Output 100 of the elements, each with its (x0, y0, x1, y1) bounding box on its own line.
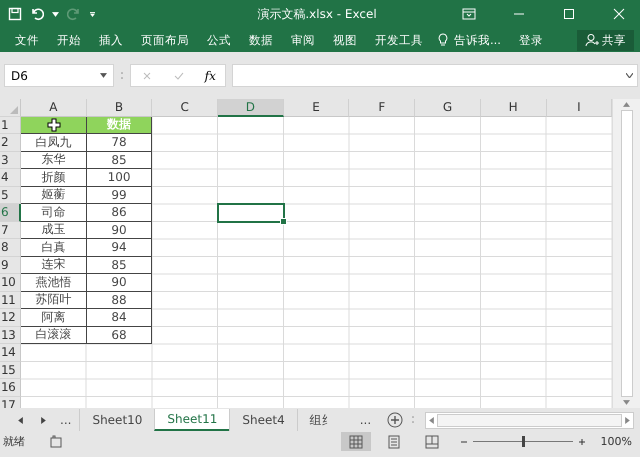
insert-function-button[interactable]: fx (204, 68, 216, 82)
table-cell: 白真 (21, 239, 87, 256)
row-header[interactable]: 15 (0, 362, 21, 379)
row-header[interactable]: 4 (0, 169, 21, 186)
table-cell: 90 (86, 274, 152, 292)
row-header[interactable]: 7 (0, 222, 21, 239)
zoom-in-icon[interactable] (578, 438, 585, 444)
column-header[interactable]: I (546, 99, 612, 116)
row-header[interactable]: 8 (0, 239, 21, 256)
ribbon-tab[interactable]: 开发工具 (366, 32, 432, 48)
scroll-left-icon[interactable] (18, 416, 23, 424)
row-header[interactable]: 10 (0, 274, 21, 292)
share-button[interactable]: 共享 (577, 30, 634, 50)
column-header[interactable]: H (480, 99, 546, 116)
horizontal-scrollbar[interactable] (425, 412, 634, 428)
person-add-icon (585, 33, 599, 47)
maximize-icon[interactable] (562, 7, 576, 21)
table-cell: 东华 (21, 152, 87, 169)
column-header[interactable]: E (284, 99, 350, 116)
table-cell: 阿离 (21, 309, 87, 326)
column-header[interactable]: C (152, 99, 218, 116)
ribbon-tab[interactable]: 插入 (90, 32, 132, 48)
ribbon-tab[interactable]: 文件 (6, 32, 48, 48)
table-cell: 85 (86, 152, 152, 169)
column-header[interactable]: A (21, 99, 87, 116)
column-header[interactable]: G (415, 99, 481, 116)
ribbon-display-icon[interactable] (462, 7, 476, 21)
scroll-thumb[interactable] (620, 110, 632, 397)
scroll-right-icon[interactable] (625, 416, 630, 424)
table-cell: 司命 (21, 204, 87, 222)
tell-me-field[interactable]: 告诉我... (450, 32, 510, 48)
ribbon-tab[interactable]: 审阅 (282, 32, 324, 48)
add-sheet-icon[interactable] (387, 412, 404, 428)
table-cell: 白凤九 (21, 134, 87, 152)
status-text: 就绪 (3, 434, 25, 449)
zoom-level[interactable]: 100% (590, 435, 640, 448)
row-header[interactable]: 1 (0, 116, 21, 134)
table-cell: 94 (86, 239, 152, 256)
expand-icon[interactable] (626, 73, 633, 78)
grid-icon (348, 434, 363, 448)
row-header[interactable]: 14 (0, 344, 21, 362)
page-icon (386, 434, 401, 448)
ribbon-tab[interactable]: 视图 (324, 32, 366, 48)
lightbulb-icon (436, 33, 450, 47)
sheet-tab[interactable]: Sheet11 (154, 409, 230, 431)
row-header[interactable]: 5 (0, 186, 21, 204)
table-cell: 白滚滚 (21, 326, 87, 344)
row-header[interactable]: 16 (0, 379, 21, 396)
ribbon-tab[interactable]: 开始 (48, 32, 90, 48)
table-cell: 99 (86, 186, 152, 204)
table-cell: 90 (86, 222, 152, 239)
table-cell: 苏陌叶 (21, 292, 87, 309)
vertical-scrollbar[interactable] (612, 99, 640, 408)
table-cell: 88 (86, 292, 152, 309)
row-header[interactable]: 3 (0, 152, 21, 169)
normal-view-button[interactable] (340, 432, 371, 451)
zoom-out-icon[interactable] (460, 438, 467, 444)
macro-record-icon[interactable] (49, 434, 63, 448)
formula-input[interactable] (232, 64, 638, 87)
more-sheets-button[interactable]: ... (52, 413, 80, 427)
scroll-right-icon[interactable] (41, 416, 46, 424)
caret-icon[interactable] (52, 12, 59, 16)
header-cell: 数据 (86, 116, 152, 134)
row-header[interactable]: 12 (0, 309, 21, 326)
selected-cell[interactable] (217, 203, 285, 222)
redo-icon (67, 7, 81, 21)
row-header[interactable]: 2 (0, 134, 21, 152)
sheet-tab[interactable]: 组纟 (296, 409, 346, 431)
table-cell: 燕池悟 (21, 274, 87, 292)
scroll-thumb[interactable] (437, 414, 622, 426)
customize-icon[interactable] (89, 12, 96, 16)
more-sheets-button[interactable]: ... (352, 413, 380, 427)
table-cell: 姬蘅 (21, 186, 87, 204)
ribbon-tab[interactable]: 公式 (198, 32, 240, 48)
login-link[interactable]: 登录 (510, 32, 552, 48)
close-icon[interactable] (612, 7, 626, 21)
scroll-left-icon[interactable] (429, 416, 434, 424)
row-header[interactable]: 6 (0, 204, 21, 222)
sheet-tab[interactable]: Sheet4 (229, 409, 297, 431)
row-header[interactable]: 11 (0, 292, 21, 309)
undo-icon[interactable] (30, 7, 44, 21)
column-header[interactable]: B (86, 99, 152, 116)
save-icon[interactable] (8, 7, 22, 21)
table-cell: 85 (86, 256, 152, 274)
ribbon-tab[interactable]: 页面布局 (132, 32, 198, 48)
name-box[interactable]: D6 (4, 64, 114, 87)
column-header[interactable]: F (349, 99, 416, 116)
page-break-icon (424, 434, 439, 448)
caret-icon[interactable] (100, 73, 107, 78)
row-header[interactable]: 9 (0, 256, 21, 274)
scroll-up-icon[interactable] (623, 102, 630, 107)
column-header[interactable]: D (218, 99, 284, 116)
window-title: 演示文稿.xlsx - Excel (256, 6, 378, 22)
table-cell: 100 (86, 169, 152, 186)
ribbon-tab[interactable]: 数据 (240, 32, 282, 48)
cursor-icon (47, 118, 61, 132)
table-cell: 78 (86, 134, 152, 152)
scroll-down-icon[interactable] (623, 400, 630, 405)
row-header[interactable]: 13 (0, 326, 21, 344)
table-cell: 86 (86, 204, 152, 222)
